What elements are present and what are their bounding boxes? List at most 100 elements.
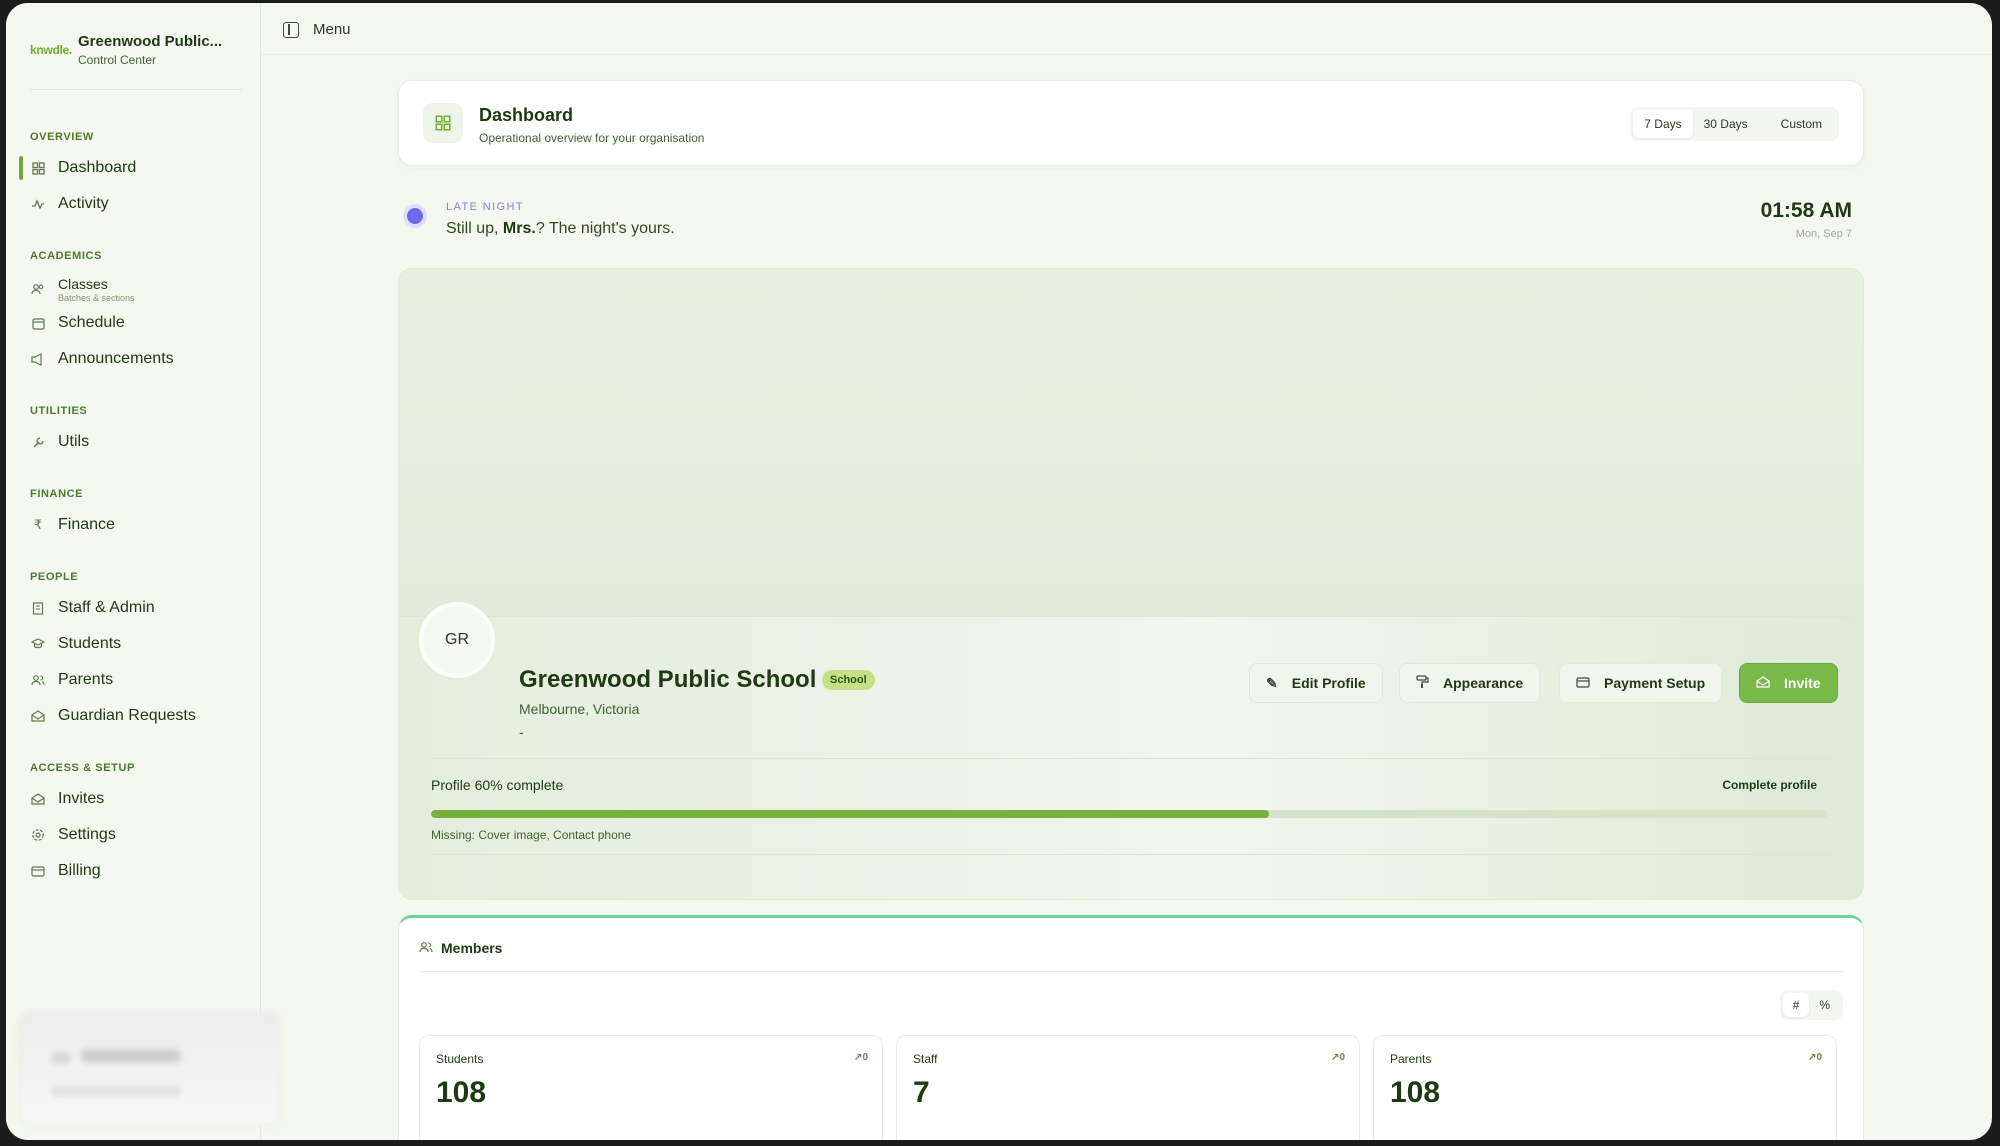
users-icon (30, 281, 46, 297)
sidebar-item-label: Guardian Requests (58, 707, 196, 724)
stat-label: Parents (1390, 1052, 1432, 1066)
clock-date: Mon, Sep 7 (1795, 228, 1852, 240)
range-30-days-button[interactable]: 30 Days (1693, 110, 1759, 138)
sidebar-item-finance[interactable]: ₹ Finance (30, 513, 245, 537)
sidebar-item-staff[interactable]: Staff & Admin (30, 596, 245, 620)
appearance-button[interactable]: Appearance (1399, 663, 1541, 703)
sidebar-item-parents[interactable]: Parents (30, 668, 245, 692)
sidebar: knwdle. Greenwood Public... Control Cent… (6, 3, 280, 1140)
grid-icon (30, 160, 46, 176)
paint-roller-icon (1416, 674, 1429, 692)
trend-indicator: ↗0 (1808, 1052, 1822, 1063)
stat-card-staff[interactable]: Staff ↗0 7 (896, 1035, 1360, 1140)
section-academics: ACADEMICS (30, 250, 103, 262)
credit-card-icon (30, 863, 46, 879)
topbar: Menu (261, 3, 1992, 55)
mail-open-icon (30, 791, 46, 807)
active-indicator (19, 156, 23, 180)
sidebar-item-label: Parents (58, 671, 114, 688)
stat-card-students[interactable]: Students ↗0 108 (419, 1035, 883, 1140)
dashboard-header-card: Dashboard Operational overview for your … (398, 80, 1864, 166)
users-icon (30, 672, 46, 688)
edit-profile-button[interactable]: ✎ Edit Profile (1249, 663, 1383, 703)
greeting-tag: LATE NIGHT (446, 201, 524, 213)
sidebar-item-students[interactable]: Students (30, 632, 245, 656)
avatar: GR (419, 602, 495, 678)
count-mode-button[interactable]: # (1782, 993, 1810, 1017)
sidebar-item-announcements[interactable]: Announcements (30, 347, 245, 371)
brand-title: Greenwood Public... (78, 33, 223, 50)
organisation-type-badge: School (822, 670, 875, 690)
brand-logo: knwdle. (30, 43, 72, 57)
sidebar-item-label: Utils (58, 433, 90, 450)
clock-time: 01:58 AM (1760, 199, 1852, 222)
date-range-selector: 7 Days 30 Days Custom (1630, 107, 1839, 141)
graduation-cap-icon (30, 636, 46, 652)
greeting-text: Still up, Mrs.? The night's yours. (446, 220, 675, 237)
sidebar-item-label: Finance (58, 516, 115, 533)
rupee-icon: ₹ (33, 517, 43, 532)
stat-value: 108 (1390, 1076, 1441, 1109)
brand-divider (30, 89, 242, 90)
sidebar-item-sublabel: Batches & sections (58, 292, 135, 303)
percent-mode-button[interactable]: % (1809, 993, 1840, 1017)
range-7-days-button[interactable]: 7 Days (1633, 110, 1693, 138)
page-subtitle: Operational overview for your organisati… (479, 131, 705, 145)
sidebar-item-label: Students (58, 635, 122, 652)
cover-image-placeholder (399, 269, 1863, 617)
organisation-extra: - (519, 724, 524, 740)
brand-subtitle: Control Center (78, 53, 157, 67)
complete-profile-link[interactable]: Complete profile (1722, 778, 1817, 792)
trend-indicator: ↗0 (854, 1052, 868, 1063)
user-card-blurred[interactable] (20, 1013, 280, 1125)
menu-label: Menu (313, 21, 351, 38)
members-card: Members # % Students ↗0 108 Staff ↗0 7 P… (398, 915, 1864, 1140)
sidebar-item-label: Billing (58, 862, 101, 879)
sidebar-item-label: Classes (58, 275, 108, 292)
sidebar-item-settings[interactable]: Settings (30, 823, 245, 847)
sidebar-toggle-icon (283, 21, 299, 38)
sidebar-item-classes[interactable]: Classes Batches & sections (30, 273, 245, 305)
divider (431, 758, 1833, 759)
app-window: knwdle. Greenwood Public... Control Cent… (6, 3, 1992, 1140)
users-icon (419, 941, 433, 956)
members-title: Members (441, 940, 503, 956)
sidebar-item-schedule[interactable]: Schedule (30, 311, 245, 335)
profile-completion-label: Profile 60% complete (431, 777, 564, 793)
payment-setup-button[interactable]: Payment Setup (1559, 663, 1723, 703)
profile-progress-bar (431, 810, 1827, 818)
sidebar-item-label: Activity (58, 195, 109, 212)
stat-card-parents[interactable]: Parents ↗0 108 (1373, 1035, 1837, 1140)
section-people: PEOPLE (30, 571, 79, 583)
activity-icon (30, 196, 46, 212)
sidebar-item-label: Staff & Admin (58, 599, 155, 616)
section-access: ACCESS & SETUP (30, 762, 135, 774)
megaphone-icon (30, 351, 46, 367)
building-icon (30, 600, 46, 616)
sidebar-item-utils[interactable]: Utils (30, 430, 245, 454)
time-of-day-indicator (407, 208, 423, 224)
stat-value: 7 (913, 1076, 930, 1109)
stat-label: Students (436, 1052, 484, 1066)
greeting-name: Mrs. (502, 220, 536, 237)
stat-label: Staff (913, 1052, 938, 1066)
sidebar-item-label: Announcements (58, 350, 174, 367)
sidebar-item-billing[interactable]: Billing (30, 859, 245, 883)
invite-button[interactable]: Invite (1739, 663, 1838, 703)
grid-icon (423, 103, 463, 143)
sidebar-item-activity[interactable]: Activity (30, 192, 245, 216)
calendar-icon (30, 315, 46, 331)
organisation-profile-card: GR Greenwood Public School School Melbou… (398, 268, 1864, 900)
gear-icon (30, 827, 46, 843)
menu-toggle-button[interactable]: Menu (283, 21, 351, 38)
sidebar-item-invites[interactable]: Invites (30, 787, 245, 811)
sidebar-item-label: Schedule (58, 314, 125, 331)
section-finance: FINANCE (30, 488, 84, 500)
sidebar-item-label: Settings (58, 826, 116, 843)
divider (431, 854, 1833, 855)
sidebar-item-label: Dashboard (58, 159, 137, 176)
brand[interactable]: knwdle. Greenwood Public... Control Cent… (30, 33, 250, 67)
range-custom-button[interactable]: Custom (1767, 110, 1836, 138)
sidebar-item-guardian-requests[interactable]: Guardian Requests (30, 704, 245, 728)
sidebar-item-dashboard[interactable]: Dashboard (30, 156, 245, 180)
